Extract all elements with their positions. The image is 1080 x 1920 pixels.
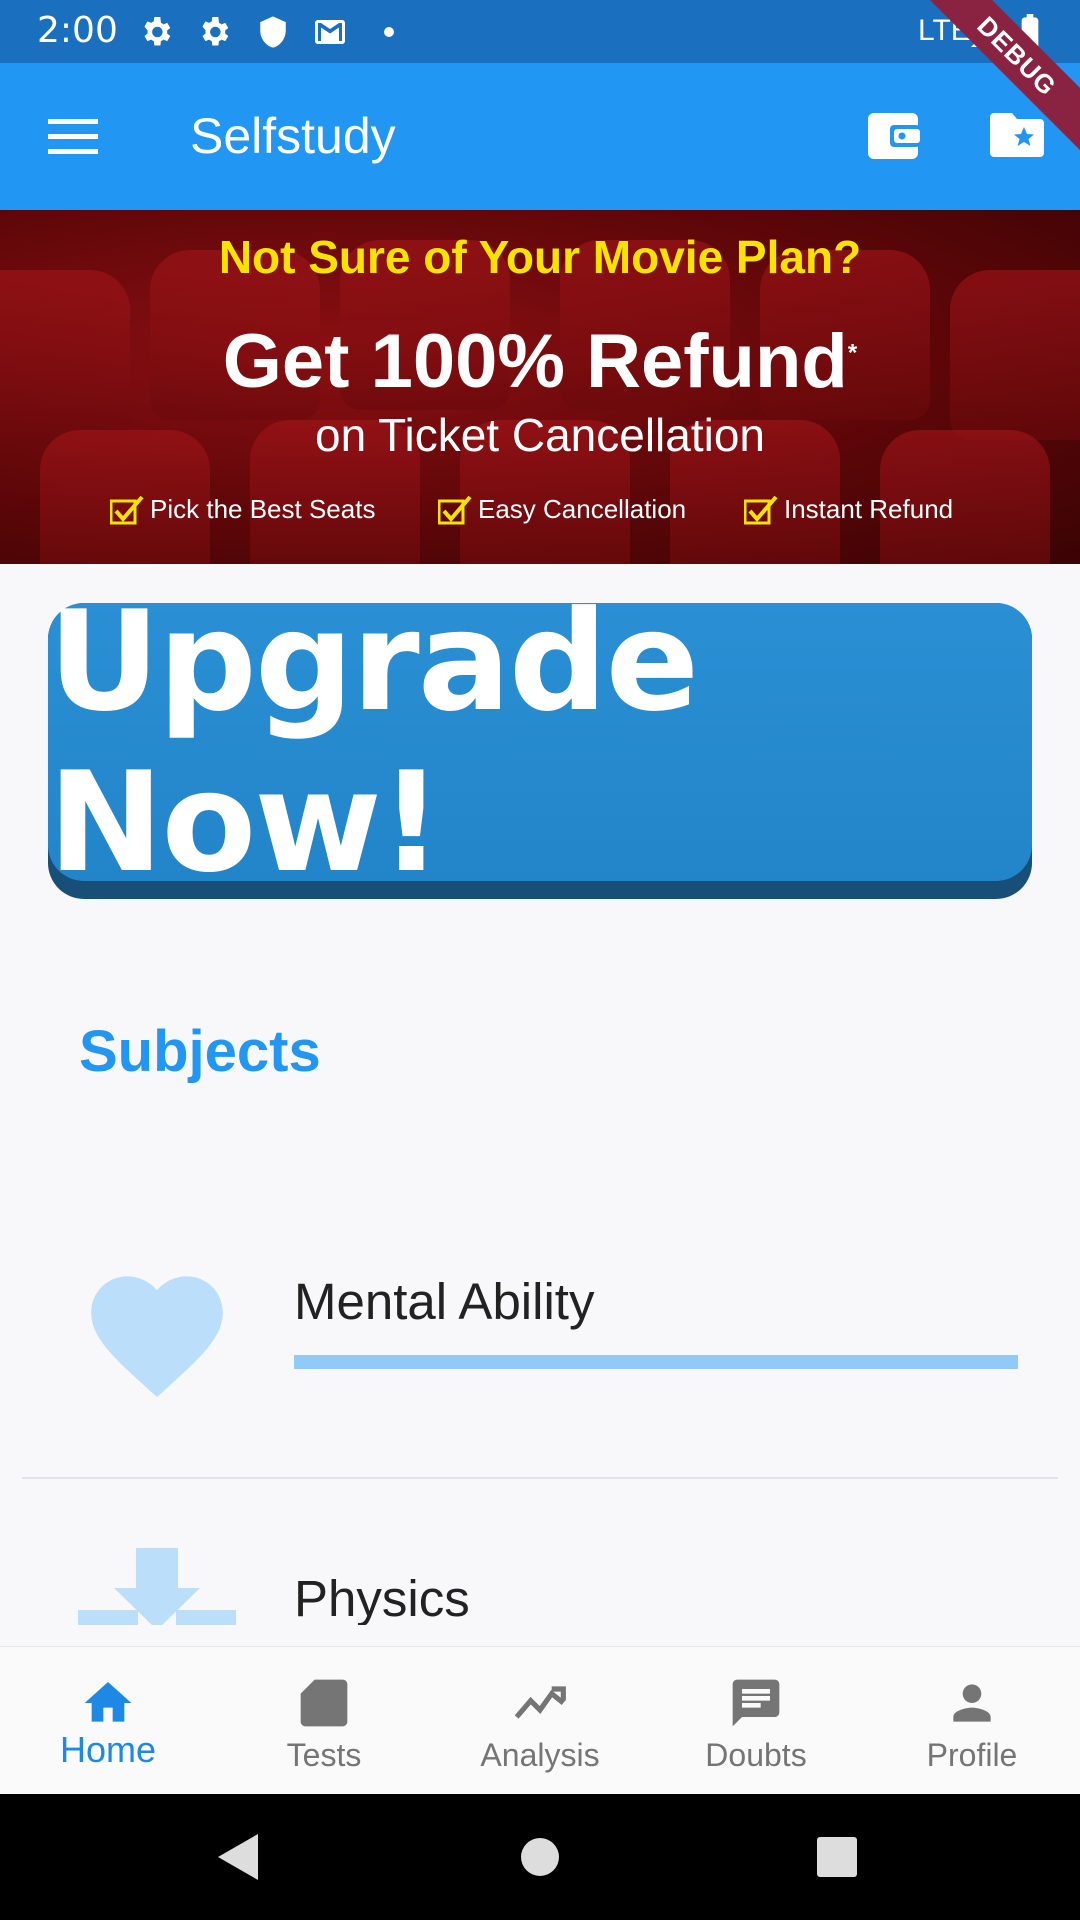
recents-icon[interactable] (816, 1832, 858, 1882)
upgrade-label: Upgrade Now! (48, 581, 699, 903)
check-icon (744, 495, 778, 524)
subject-row-mental-ability[interactable]: Mental Ability (22, 1230, 1058, 1476)
subject-row-physics[interactable]: Physics (22, 1479, 1058, 1625)
subject-progress-bar (294, 1355, 1018, 1369)
check-icon (438, 495, 472, 524)
app-title: Selfstudy (190, 108, 396, 164)
check-icon (110, 495, 144, 524)
bottom-navigation: Home Tests Analysis Doubts Profile (0, 1646, 1080, 1794)
nav-label: Home (59, 1729, 157, 1770)
shield-icon (260, 16, 286, 48)
wallet-icon[interactable] (866, 111, 920, 161)
upgrade-button-face: Upgrade Now! (48, 581, 1032, 903)
home-icon (84, 1682, 132, 1722)
nav-label: Tests (286, 1737, 362, 1773)
banner-feature: Pick the Best Seats (110, 494, 375, 525)
banner-asterisk: * (847, 339, 858, 367)
nav-analysis[interactable]: Analysis (432, 1647, 648, 1795)
nav-doubts[interactable]: Doubts (648, 1647, 864, 1795)
banner-main: Get 100% Refund* (0, 318, 1080, 405)
banner-feature-label: Instant Refund (784, 494, 954, 524)
subjects-title: Subjects (79, 1019, 321, 1084)
heart-icon (91, 1276, 223, 1398)
mail-icon (315, 20, 345, 44)
promo-banner[interactable]: Not Sure of Your Movie Plan? Get 100% Re… (0, 210, 1080, 564)
dot-icon (384, 27, 394, 37)
nav-label: Doubts (705, 1737, 807, 1773)
download-icon (78, 1548, 236, 1625)
status-bar: 2:00 LTE (0, 0, 1080, 63)
nav-tests[interactable]: Tests (216, 1647, 432, 1795)
back-icon[interactable] (214, 1832, 262, 1882)
subject-list-clip: Physics (0, 1479, 1080, 1625)
subject-name: Physics (294, 1570, 470, 1625)
status-time: 2:00 (37, 10, 118, 51)
upgrade-button[interactable]: Upgrade Now! (48, 581, 1032, 903)
menu-icon[interactable] (48, 117, 98, 155)
nav-profile[interactable]: Profile (864, 1647, 1080, 1795)
settings-icon-2 (202, 17, 229, 46)
banner-headline: Not Sure of Your Movie Plan? (218, 231, 862, 283)
banner-sub: on Ticket Cancellation (314, 409, 766, 461)
home-button-icon[interactable] (520, 1832, 560, 1882)
banner-feature: Easy Cancellation (438, 494, 686, 525)
nav-label: Analysis (480, 1737, 600, 1773)
profile-icon (953, 1684, 991, 1722)
subject-name: Mental Ability (294, 1273, 595, 1330)
folder-star-icon[interactable] (990, 111, 1044, 157)
nav-home[interactable]: Home (0, 1647, 216, 1795)
banner-features: Pick the Best Seats Easy Cancellation In… (0, 494, 1080, 534)
app-bar: Selfstudy (0, 63, 1080, 210)
banner-main-text: Get 100% Refund (222, 319, 848, 404)
tests-icon (300, 1679, 348, 1727)
settings-icon (144, 17, 171, 46)
system-navigation-bar (0, 1794, 1080, 1920)
banner-feature-label: Pick the Best Seats (150, 494, 376, 524)
nav-label: Profile (926, 1737, 1018, 1773)
banner-feature-label: Easy Cancellation (478, 494, 687, 524)
doubts-icon (732, 1679, 780, 1727)
analysis-icon (514, 1686, 566, 1719)
banner-feature: Instant Refund (744, 494, 953, 525)
